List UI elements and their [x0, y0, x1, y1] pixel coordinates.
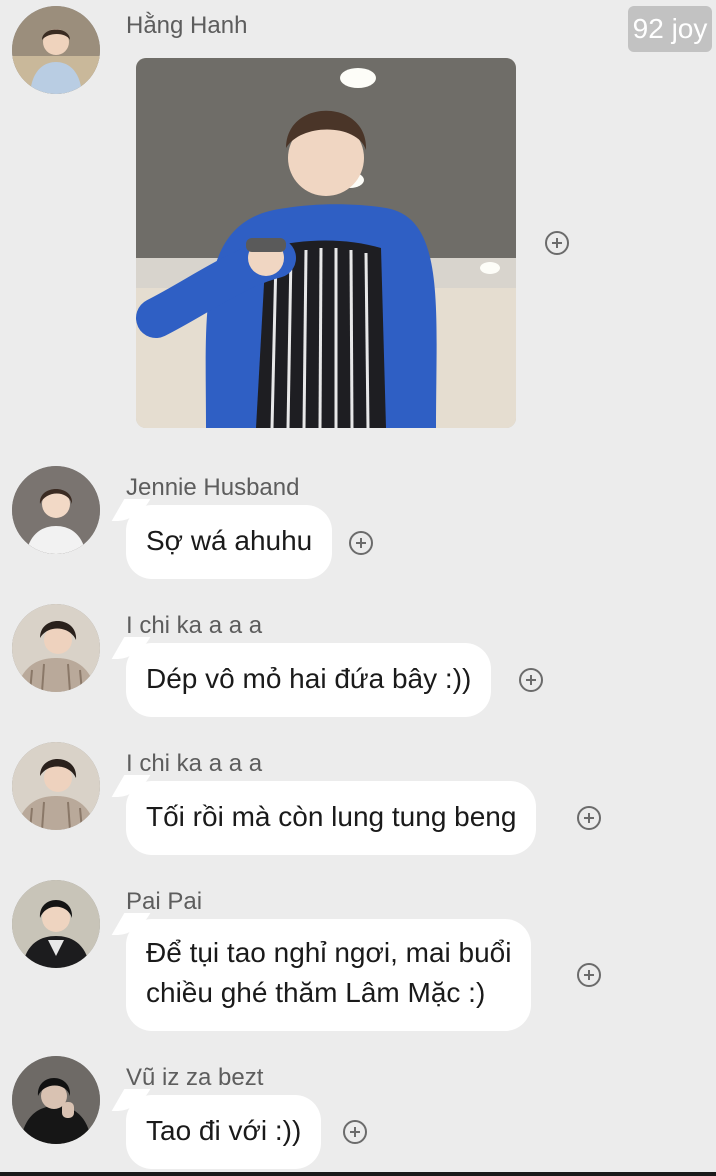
avatar-man-striped-shirt-icon: [12, 742, 100, 830]
avatar-man-light-shirt-icon: [12, 6, 100, 94]
message-bubble[interactable]: Tối rồi mà còn lung tung beng: [126, 781, 537, 855]
avatar[interactable]: [12, 6, 100, 94]
avatar-man-white-shirt-icon: [12, 466, 100, 554]
avatar-man-striped-shirt-icon: [12, 604, 100, 692]
message-text-line: chiều ghé thăm Lâm Mặc :): [146, 977, 486, 1008]
add-reaction-icon[interactable]: [577, 806, 601, 830]
message-text-line: Để tụi tao nghỉ ngơi, mai buổi: [146, 937, 512, 968]
message-text: Sợ wá ahuhu: [146, 525, 313, 556]
avatar[interactable]: [12, 742, 100, 830]
sender-name: Pai Pai: [126, 888, 203, 915]
sender-name: Vũ iz za bezt: [126, 1064, 264, 1091]
avatar-man-black-jacket-icon: [12, 880, 100, 968]
avatar[interactable]: [12, 880, 100, 968]
message-text: Dép vô mỏ hai đứa bây :)): [146, 663, 472, 694]
message-bubble[interactable]: Sợ wá ahuhu: [126, 505, 333, 579]
avatar-man-dark-hood-icon: [12, 1056, 100, 1144]
add-reaction-icon[interactable]: [545, 231, 569, 255]
photo-image: [136, 58, 516, 428]
add-reaction-icon[interactable]: [519, 668, 543, 692]
sender-name: Hằng Hanh: [126, 12, 248, 39]
bottom-divider: [0, 1172, 716, 1176]
add-reaction-icon[interactable]: [343, 1120, 367, 1144]
avatar[interactable]: [12, 604, 100, 692]
avatar[interactable]: [12, 1056, 100, 1144]
message-text: Tối rồi mà còn lung tung beng: [146, 801, 517, 832]
message-bubble[interactable]: Tao đi với :)): [126, 1095, 322, 1169]
sender-name: Jennie Husband: [126, 474, 300, 501]
message-text: Tao đi với :)): [146, 1115, 302, 1146]
message-bubble[interactable]: Để tụi tao nghỉ ngơi, mai buổi chiều ghé…: [126, 919, 532, 1031]
shared-photo[interactable]: [136, 58, 516, 428]
avatar[interactable]: [12, 466, 100, 554]
watermark-badge: 92 joy: [628, 6, 712, 52]
sender-name: I chi ka a a a: [126, 612, 263, 639]
add-reaction-icon[interactable]: [349, 531, 373, 555]
sender-name: I chi ka a a a: [126, 750, 263, 777]
add-reaction-icon[interactable]: [577, 963, 601, 987]
message-bubble[interactable]: Dép vô mỏ hai đứa bây :)): [126, 643, 492, 717]
